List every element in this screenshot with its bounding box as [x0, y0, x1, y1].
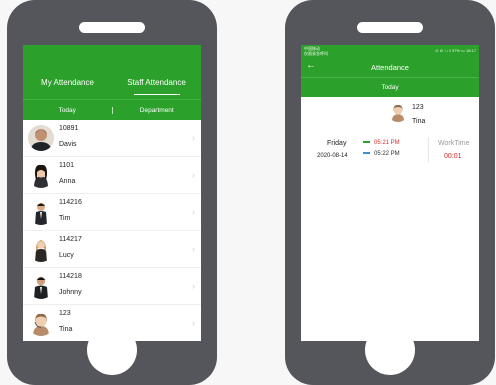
avatar [28, 310, 54, 336]
staff-name: Tim [59, 215, 71, 222]
blue-dash-icon [363, 152, 370, 155]
punch-in-time: 05:21 PM [363, 140, 400, 146]
staff-name: Lucy [59, 252, 74, 259]
status-bar: 中国移动 仅限紧急呼叫 ⊙ ⊘ ↑↓ ‖ 37% ▭ 18:17 [301, 45, 479, 57]
staff-row-davis[interactable]: 10891 Davis › [23, 120, 201, 157]
subtab-department[interactable]: Department [111, 106, 202, 114]
chevron-right-icon: › [192, 133, 195, 143]
staff-row-lucy[interactable]: 114217 Lucy › [23, 231, 201, 268]
avatar [28, 199, 54, 225]
attendance-date: 2020-08-14 [317, 153, 348, 159]
staff-name: Anna [59, 178, 76, 185]
chevron-right-icon: › [192, 318, 195, 328]
subtab-today[interactable]: Today [23, 107, 112, 114]
worktime-label: WorkTime [438, 140, 470, 147]
staff-id: 114217 [59, 236, 82, 243]
filter-subtabs: Today Department [23, 99, 201, 120]
staff-name: Davis [59, 141, 77, 148]
attendance-day: Friday [327, 140, 347, 147]
speaker-slot [357, 22, 423, 33]
green-dash-icon [363, 141, 370, 144]
staff-row-johnny[interactable]: 114218 Johnny › [23, 268, 201, 305]
chevron-right-icon: › [192, 281, 195, 291]
page-title: Attendance [371, 63, 409, 72]
carrier-text: 中国移动 仅限紧急呼叫 [304, 46, 328, 56]
staff-id: 114216 [59, 199, 82, 206]
home-button[interactable] [87, 325, 137, 375]
attendance-detail-screen: 中国移动 仅限紧急呼叫 ⊙ ⊘ ↑↓ ‖ 37% ▭ 18:17 ← Atten… [301, 45, 479, 341]
avatar [388, 102, 408, 122]
staff-list: 10891 Davis › 1101 Anna › 114216 Tim › 1… [23, 120, 201, 341]
speaker-slot [79, 22, 145, 33]
chevron-right-icon: › [192, 170, 195, 180]
staff-name: Tina [59, 326, 73, 333]
staff-name: Johnny [59, 289, 82, 296]
tab-staff-attendance[interactable]: Staff Attendance [112, 78, 201, 99]
staff-row-tim[interactable]: 114216 Tim › [23, 194, 201, 231]
left-phone: My Attendance Staff Attendance Today Dep… [7, 0, 217, 385]
divider [428, 137, 429, 162]
chevron-right-icon: › [192, 244, 195, 254]
tab-today[interactable]: Today [301, 77, 479, 97]
avatar [28, 273, 54, 299]
tab-my-attendance[interactable]: My Attendance [23, 78, 112, 99]
person-id: 123 [412, 104, 424, 111]
right-phone: 中国移动 仅限紧急呼叫 ⊙ ⊘ ↑↓ ‖ 37% ▭ 18:17 ← Atten… [285, 0, 495, 385]
attendance-tabs: My Attendance Staff Attendance [23, 45, 201, 99]
chevron-right-icon: › [192, 207, 195, 217]
punch-out-time: 05:22 PM [363, 151, 400, 157]
avatar [28, 236, 54, 262]
staff-id: 123 [59, 310, 71, 317]
avatar [28, 162, 54, 188]
person-name: Tina [412, 118, 426, 125]
nav-bar: ← Attendance [301, 57, 479, 77]
worktime-value: 00:01 [444, 153, 462, 160]
staff-id: 10891 [59, 125, 79, 132]
home-button[interactable] [365, 325, 415, 375]
staff-id: 114218 [59, 273, 82, 280]
avatar [28, 125, 54, 151]
staff-attendance-screen: My Attendance Staff Attendance Today Dep… [23, 45, 201, 341]
staff-id: 1101 [59, 162, 75, 169]
status-indicators: ⊙ ⊘ ↑↓ ‖ 37% ▭ 18:17 [435, 48, 476, 53]
staff-row-anna[interactable]: 1101 Anna › [23, 157, 201, 194]
